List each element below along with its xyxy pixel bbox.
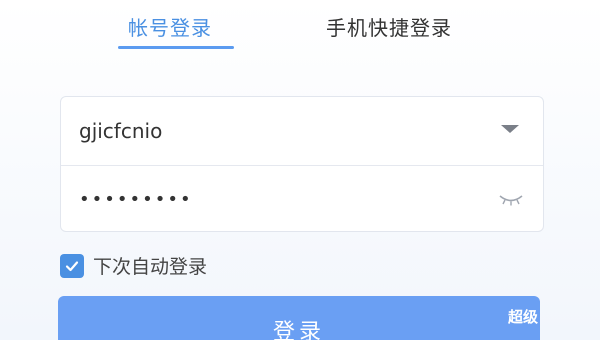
remember-checkbox[interactable] [60, 253, 84, 278]
check-icon [65, 260, 79, 271]
super-badge: 超级 [507, 308, 538, 326]
username-input[interactable] [79, 117, 479, 145]
remember-me[interactable]: 下次自动登录 [60, 252, 207, 279]
tab-phone-login[interactable]: 手机快捷登录 [326, 12, 452, 41]
tab-account-login[interactable]: 帐号登录 [128, 12, 212, 41]
chevron-down-icon[interactable] [501, 125, 519, 133]
field-divider [61, 165, 543, 166]
password-input[interactable] [79, 185, 479, 213]
remember-label: 下次自动登录 [93, 256, 208, 278]
login-panel: 帐号登录 手机快捷登录 下次自动登录 登录 超级 [0, 0, 600, 340]
login-button-label: 登录 [272, 320, 325, 340]
eye-closed-icon[interactable] [497, 191, 525, 207]
login-button[interactable]: 登录 超级 [58, 296, 540, 340]
credentials-box [60, 96, 544, 232]
active-tab-indicator [118, 46, 234, 49]
